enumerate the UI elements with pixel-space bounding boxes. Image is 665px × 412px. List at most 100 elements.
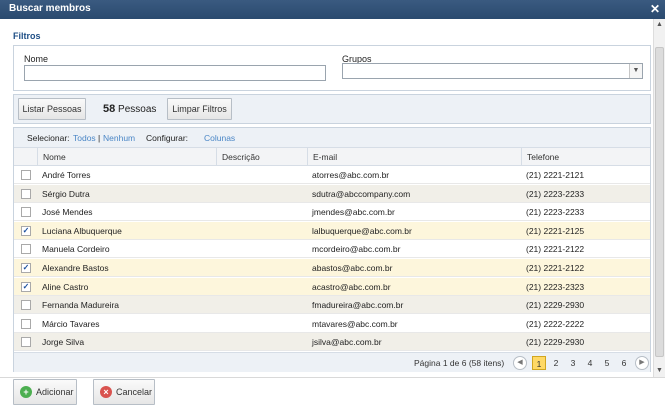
cell-nome: Márcio Tavares [42,318,100,329]
vertical-scrollbar[interactable]: ▲ ▼ [653,19,665,377]
table-row[interactable]: Márcio Tavares mtavares@abc.com.br (21) 22… [14,314,650,333]
cell-telefone: (21) 2223-2233 [526,207,585,218]
columns-link[interactable]: Colunas [204,133,235,143]
column-header-nome[interactable]: Nome [37,148,216,166]
cell-email: lalbuquerque@abc.com.br [312,225,412,236]
add-button-label: Adicionar [36,387,74,397]
cell-nome: Alexandre Bastos [42,263,109,273]
people-count: 58 Pessoas [103,103,156,115]
arrow-left-icon[interactable]: ◀ [513,356,527,370]
checkbox[interactable] [21,318,31,329]
list-toolbar: Listar Pessoas 58 Pessoas Limpar Filtros [13,94,651,124]
cell-telefone: (21) 2229-2930 [526,300,585,311]
arrow-right-icon[interactable]: ▶ [635,356,649,370]
cell-nome: Fernanda Madureira [42,300,120,311]
cell-nome: Aline Castro [42,281,89,292]
scroll-down-icon[interactable]: ▼ [654,365,665,376]
cell-telefone: (21) 2221-2125 [526,225,585,236]
cell-email: sdutra@abccompany.com [312,188,411,199]
table-row[interactable]: Fernanda Madureira fmadureira@abc.com.br (… [14,296,650,315]
footer-divider [0,377,665,378]
column-header-email[interactable]: E-mail [307,148,521,166]
checkbox[interactable] [21,207,31,218]
checkbox-checked[interactable]: ✓ [21,263,31,273]
page-link[interactable]: 4 [583,356,597,370]
column-header-telefone[interactable]: Telefone [521,148,650,166]
cancel-button[interactable]: × Cancelar [93,379,155,405]
cell-email: acastro@abc.com.br [312,281,391,292]
scrollbar-thumb[interactable] [655,47,664,357]
pager: Página 1 de 6 (58 itens) ◀ 123456 ▶ [14,352,650,372]
cell-email: abastos@abc.com.br [312,263,393,273]
cell-email: mcordeiro@abc.com.br [312,244,401,255]
table-row[interactable]: Manuela Cordeiro mcordeiro@abc.com.br (21)… [14,240,650,259]
filters-title: Filtros [13,31,41,41]
members-grid: Selecionar: Todos | Nenhum Configurar: C… [13,127,651,372]
add-button[interactable]: + Adicionar [13,379,77,405]
select-all-link[interactable]: Todos [73,133,96,143]
cell-email: mtavares@abc.com.br [312,318,398,329]
checkbox[interactable] [21,170,31,180]
add-icon: + [20,386,32,398]
grid-options-bar: Selecionar: Todos | Nenhum Configurar: C… [14,128,650,148]
chevron-down-icon[interactable]: ▼ [629,64,642,78]
table-row[interactable]: ✓ Luciana Albuquerque lalbuquerque@abc.com… [14,221,650,240]
cell-telefone: (21) 2223-2323 [526,281,585,292]
cell-email: fmadureira@abc.com.br [312,300,404,311]
checkbox[interactable] [21,337,31,348]
cell-telefone: (21) 2221-2122 [526,263,585,273]
table-row[interactable]: Jorge Silva jsilva@abc.com.br (21) 2229-29… [14,333,650,352]
link-separator: | [98,133,101,143]
configurar-label: Configurar: [146,133,189,143]
close-icon[interactable]: ✕ [649,3,661,15]
select-none-link[interactable]: Nenhum [103,133,135,143]
checkbox-checked[interactable]: ✓ [21,225,31,236]
checkbox[interactable] [21,300,31,311]
cell-telefone: (21) 2229-2930 [526,337,585,348]
dialog-title: Buscar membros [9,3,91,14]
table-row[interactable]: José Mendes jmendes@abc.com.br (21) 2223-2… [14,203,650,222]
checkmark-icon: ✓ [22,281,30,291]
people-count-value: 58 [103,103,116,115]
cell-nome: Manuela Cordeiro [42,244,110,255]
cell-email: jsilva@abc.com.br [312,337,382,348]
table-row[interactable]: ✓ Alexandre Bastos abastos@abc.com.br (21) … [14,259,650,277]
cell-telefone: (21) 2221-2122 [526,244,585,255]
cell-telefone: (21) 2222-2222 [526,318,585,329]
cell-nome: José Mendes [42,207,93,218]
grid-header: Nome Descrição E-mail Telefone [14,148,650,166]
cell-telefone: (21) 2221-2121 [526,170,585,180]
checkbox[interactable] [21,188,31,199]
nome-input[interactable] [24,65,326,81]
limpar-filtros-button[interactable]: Limpar Filtros [167,98,232,120]
table-row[interactable]: André Torres atorres@abc.com.br (21) 2221-… [14,166,650,184]
cell-telefone: (21) 2223-2233 [526,188,585,199]
people-count-unit: Pessoas [118,104,157,115]
table-row[interactable]: ✓ Aline Castro acastro@abc.com.br (21) 2223… [14,277,650,296]
cell-email: atorres@abc.com.br [312,170,390,180]
selecionar-label: Selecionar: [27,133,70,143]
checkbox[interactable] [21,244,31,255]
dialog-titlebar: Buscar membros ✕ [0,0,665,19]
checkbox-checked[interactable]: ✓ [21,281,31,292]
cell-nome: Jorge Silva [42,337,85,348]
cell-nome: Sérgio Dutra [42,188,90,199]
cancel-icon: × [100,386,112,398]
cell-email: jmendes@abc.com.br [312,207,395,218]
checkmark-icon: ✓ [22,225,30,235]
page-link[interactable]: 3 [566,356,580,370]
cancel-button-label: Cancelar [116,387,153,397]
page-link[interactable]: 6 [617,356,631,370]
cell-nome: André Torres [42,170,91,180]
page-link[interactable]: 1 [532,356,546,370]
page-link[interactable]: 5 [600,356,614,370]
filters-panel: Nome Grupos ▼ [13,45,651,91]
pager-info: Página 1 de 6 (58 itens) [414,358,505,368]
page-link[interactable]: 2 [549,356,563,370]
table-row[interactable]: Sérgio Dutra sdutra@abccompany.com (21) 22… [14,184,650,203]
grupos-select[interactable]: ▼ [342,63,643,79]
listar-pessoas-button[interactable]: Listar Pessoas [18,98,86,120]
nome-label: Nome [24,54,49,64]
column-header-descricao[interactable]: Descrição [216,148,307,166]
scroll-up-icon[interactable]: ▲ [654,19,665,30]
